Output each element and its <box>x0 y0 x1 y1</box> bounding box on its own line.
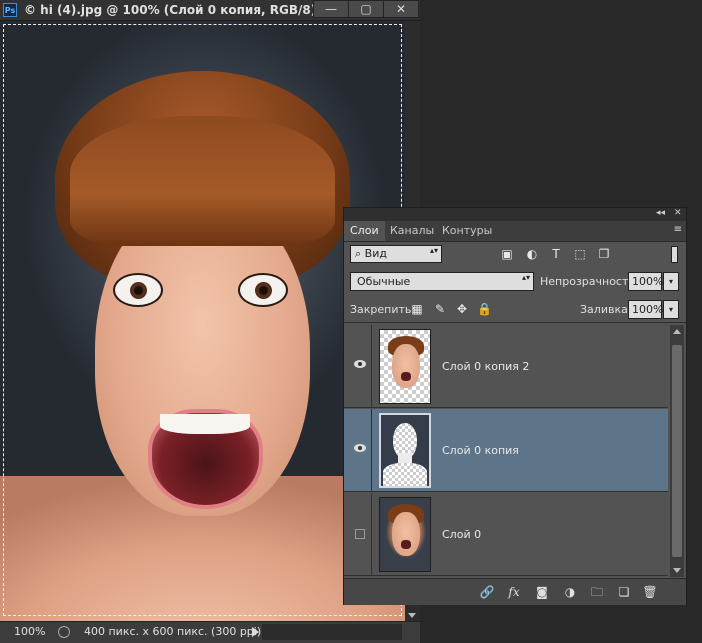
scroll-down-arrow-icon[interactable] <box>408 613 416 618</box>
select-arrows-icon: ▴▾ <box>521 273 530 282</box>
lock-all-icon[interactable]: 🔒 <box>477 302 492 316</box>
thumb-mask-body <box>383 463 427 486</box>
smart-object-icon[interactable]: ❐ <box>597 247 611 261</box>
image-icon[interactable]: ▣ <box>500 247 514 261</box>
thumb-face <box>392 344 420 388</box>
layer-visibility-toggle[interactable] <box>348 493 372 575</box>
close-button[interactable]: ✕ <box>383 0 419 18</box>
layer-name[interactable]: Слой 0 <box>442 528 481 541</box>
blend-mode-select[interactable]: Обычные ▴▾ <box>350 272 534 291</box>
layer-visibility-toggle[interactable] <box>348 325 372 407</box>
layer-thumbnail <box>379 329 431 404</box>
layer-row-selected[interactable]: Слой 0 копия <box>344 409 668 492</box>
layer-row[interactable]: Слой 0 <box>344 493 668 576</box>
trash-icon[interactable]: 🗑 <box>642 584 658 600</box>
status-bar: 100% 400 пикс. x 600 пикс. (300 ppi) <box>0 621 420 643</box>
layers-scrollbar[interactable] <box>670 325 684 577</box>
fill-label: Заливка: <box>580 303 632 316</box>
layer-filter-select[interactable]: ⌕ Вид ▴▾ <box>350 245 442 263</box>
thumb-face <box>392 512 420 556</box>
thumb-mouth <box>401 372 411 381</box>
layers-footer-toolbar: 🔗 fx ◙ ◑ 🗀 ❏ 🗑 <box>344 578 686 605</box>
tab-layers[interactable]: Слои <box>344 221 385 241</box>
select-arrows-icon: ▴▾ <box>429 246 438 255</box>
opacity-label: Непрозрачность: <box>540 275 639 288</box>
new-layer-icon[interactable]: ❏ <box>616 584 632 600</box>
eye-icon[interactable] <box>354 444 366 452</box>
zoom-level[interactable]: 100% <box>14 625 45 638</box>
tab-channels[interactable]: Каналы <box>384 221 440 241</box>
panel-menu-icon[interactable]: ≡ <box>674 224 682 235</box>
eye-icon[interactable] <box>354 360 366 368</box>
tab-paths[interactable]: Контуры <box>436 221 498 241</box>
lock-pixels-icon[interactable]: ✎ <box>433 302 447 316</box>
layers-list: Слой 0 копия 2 Слой 0 копия Слой 0 <box>344 325 668 577</box>
fill-field[interactable]: 100% <box>628 300 663 319</box>
opacity-dropdown[interactable]: ▾ <box>663 272 679 291</box>
opacity-field[interactable]: 100% <box>628 272 663 291</box>
fill-dropdown[interactable]: ▾ <box>663 300 679 319</box>
close-panel-icon[interactable]: ✕ <box>674 208 682 218</box>
shape-icon[interactable]: ⬚ <box>573 247 587 261</box>
document-titlebar[interactable]: Ps © hi (4).jpg @ 100% (Слой 0 копия, RG… <box>0 0 420 21</box>
add-mask-icon[interactable]: ◙ <box>534 584 550 600</box>
layer-name[interactable]: Слой 0 копия 2 <box>442 360 529 373</box>
photoshop-app-icon: Ps <box>3 3 17 17</box>
blend-row: Обычные ▴▾ Непрозрачность: 100% ▾ <box>344 269 686 295</box>
canvas-horizontal-scrollbar[interactable] <box>262 624 402 640</box>
maximize-button[interactable]: ▢ <box>348 0 384 18</box>
thumb-mask-background <box>381 415 429 486</box>
minimize-button[interactable]: — <box>313 0 349 18</box>
layer-filter-label: ⌕ Вид <box>355 247 387 260</box>
status-menu-arrow-icon[interactable] <box>252 627 259 637</box>
type-icon[interactable]: T <box>549 247 563 261</box>
layers-panel: ◂◂ ✕ Слои Каналы Контуры ≡ ⌕ Вид ▴▾ ▣ ◐ … <box>343 207 687 605</box>
status-info-icon[interactable] <box>58 626 70 638</box>
lock-label: Закрепить: <box>350 303 416 316</box>
visibility-off-box-icon[interactable] <box>355 529 365 539</box>
document-size-info: 400 пикс. x 600 пикс. (300 ppi) <box>84 625 262 638</box>
lock-row: Закрепить: ▦ ✎ ✥ 🔒 Заливка: 100% ▾ <box>344 296 686 323</box>
layer-row[interactable]: Слой 0 копия 2 <box>344 325 668 408</box>
lock-transparency-icon[interactable]: ▦ <box>410 302 424 316</box>
scrollbar-thumb[interactable] <box>672 345 682 557</box>
lock-position-icon[interactable]: ✥ <box>455 302 469 316</box>
blend-mode-value: Обычные <box>357 275 411 288</box>
layer-mask-thumbnail <box>379 413 431 488</box>
scroll-down-arrow-icon[interactable] <box>673 568 681 573</box>
layer-name[interactable]: Слой 0 копия <box>442 444 519 457</box>
adjustment-layer-icon[interactable]: ◑ <box>562 584 578 600</box>
document-title: © hi (4).jpg @ 100% (Слой 0 копия, RGB/8… <box>24 3 327 17</box>
filter-toggle-switch[interactable] <box>671 246 678 263</box>
adjustment-icon[interactable]: ◐ <box>525 247 539 261</box>
layer-visibility-toggle[interactable] <box>348 409 372 491</box>
collapse-panel-icon[interactable]: ◂◂ <box>656 208 665 218</box>
layer-thumbnail <box>379 497 431 572</box>
panel-tabs: Слои Каналы Контуры ≡ <box>344 221 686 242</box>
filter-row: ⌕ Вид ▴▾ ▣ ◐ T ⬚ ❐ <box>344 242 686 268</box>
group-folder-icon[interactable]: 🗀 <box>589 584 605 600</box>
thumb-mouth <box>401 540 411 549</box>
fx-icon[interactable]: fx <box>506 584 522 600</box>
panel-header-bar[interactable]: ◂◂ ✕ <box>344 208 686 221</box>
scroll-up-arrow-icon[interactable] <box>673 329 681 334</box>
link-layers-icon[interactable]: 🔗 <box>479 584 495 600</box>
